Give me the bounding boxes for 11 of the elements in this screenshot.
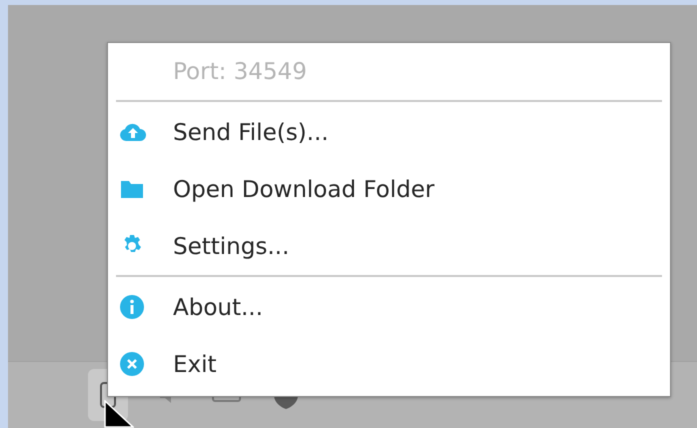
info-icon (120, 295, 144, 319)
menu-item[interactable]: Send File(s)... (108, 104, 670, 161)
folder-icon (120, 179, 144, 199)
menu-item[interactable]: About... (108, 279, 670, 336)
mouse-cursor-icon (104, 400, 134, 428)
cloud-upload-icon (120, 122, 146, 142)
close-icon (120, 352, 144, 376)
menu-item[interactable]: Open Download Folder (108, 161, 670, 218)
port-label: Port: 34549 (172, 58, 308, 86)
menu-item[interactable]: Settings... (108, 218, 670, 275)
menu-item[interactable]: Exit (108, 336, 670, 393)
